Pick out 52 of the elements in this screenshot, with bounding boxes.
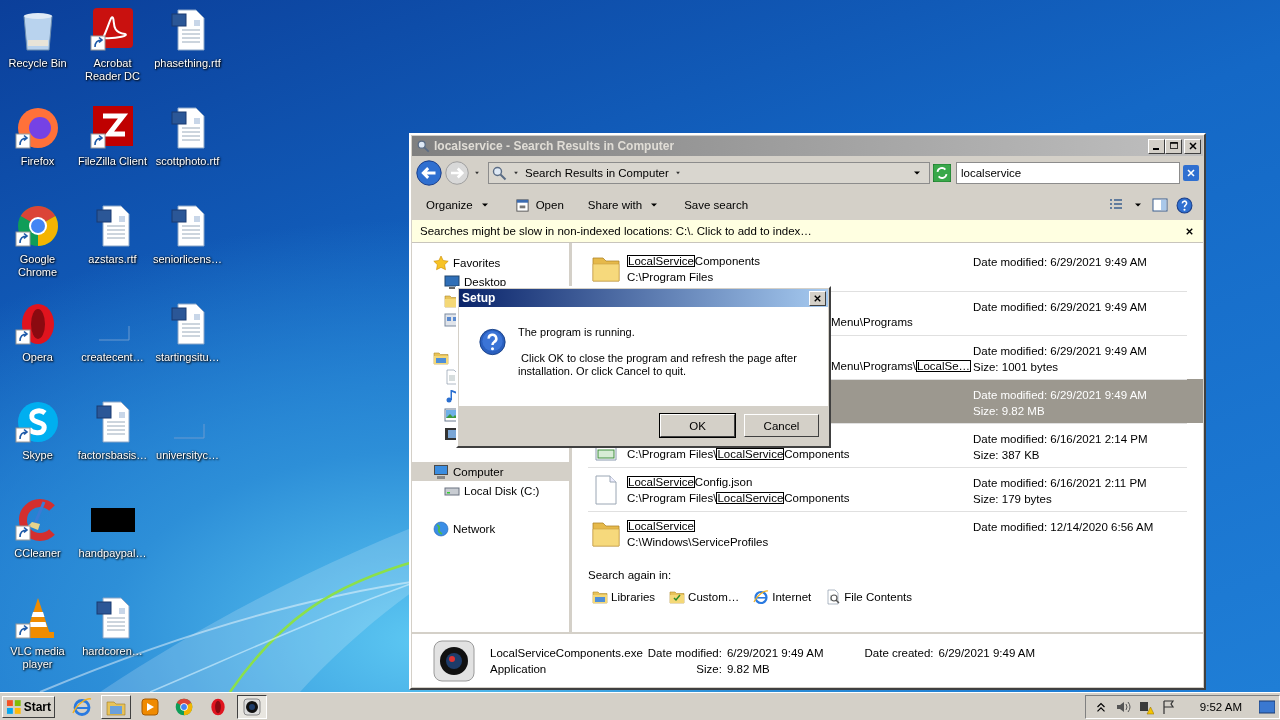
icon-label: createcent… (80, 351, 145, 364)
date-modified: Date modified: 6/29/2021 9:49 AM (973, 255, 1148, 269)
file-size: Size: 1001 bytes (973, 360, 1060, 374)
file-path: C:\Windows\ServiceProfiles (627, 536, 769, 548)
dialog-message: Click OK to close the program and refresh the page after installation. Or click Cancel to quit. (518, 352, 798, 378)
icon-label: startingsitu… (154, 351, 221, 364)
date-modified: Date modified: 12/14/2020 6:56 AM (973, 520, 1155, 534)
window-title: localservice - Search Results in Computer (434, 139, 675, 153)
field-label: Date modified: (647, 646, 722, 659)
file-size: Size: 387 KB (973, 448, 1041, 462)
icon-label: universityc… (155, 449, 220, 462)
icon-label: CCleaner (13, 547, 62, 560)
field-label: Date created: (864, 646, 934, 659)
icon-label: factorsbasis… (76, 449, 149, 462)
file-path: C:\Program Files\LocalServiceComponents (627, 448, 850, 460)
date-modified: Date modified: 6/29/2021 9:49 AM (973, 300, 1148, 314)
icon-label: FileZilla Client (76, 155, 149, 168)
field-value: 9.82 MB (726, 662, 771, 675)
icon-label: Google Chrome (16, 253, 59, 279)
file-size: Size: 9.82 MB (973, 404, 1046, 418)
icon-label: azstars.rtf (87, 253, 138, 266)
date-modified: Date modified: 6/16/2021 2:14 PM (973, 432, 1149, 446)
dialog-title: Setup (462, 291, 496, 305)
icon-label: seniorlicens… (151, 253, 224, 266)
file-name: LocalServiceConfig.json (627, 476, 753, 488)
file-path: Menu\Programs\LocalSe… (831, 360, 972, 372)
field-label: Size: (695, 662, 722, 675)
icon-label: Acrobat Reader DC (84, 57, 141, 83)
icon-label: Opera (21, 351, 54, 364)
icon-label: Recycle Bin (7, 57, 68, 70)
icon-label: handpaypal… (77, 547, 148, 560)
file-size: Size: 179 bytes (973, 492, 1053, 506)
file-name: LocalServiceComponents.exe (490, 646, 643, 659)
file-path: C:\Program Files (627, 271, 714, 283)
dialog-message: The program is running. (518, 326, 636, 339)
icon-label: scottphoto.rtf (154, 155, 221, 168)
search-again-label: Search again in: (588, 569, 673, 581)
field-value: 6/29/2021 9:49 AM (938, 646, 1036, 659)
icon-label: Skype (21, 449, 54, 462)
field-value: 6/29/2021 9:49 AM (726, 646, 824, 659)
icon-label: hardcoren… (81, 645, 144, 658)
icon-label: VLC media player (9, 645, 66, 671)
file-type: Application (490, 662, 548, 675)
file-name: LocalServiceComponents (627, 255, 761, 267)
file-name: LocalService (627, 520, 695, 532)
date-modified: Date modified: 6/16/2021 2:11 PM (973, 476, 1148, 490)
icon-label: Firefox (19, 155, 56, 168)
file-path: C:\Program Files\LocalServiceComponents (627, 492, 850, 504)
date-modified: Date modified: 6/29/2021 9:49 AM (973, 344, 1148, 358)
file-path: Menu\Programs (831, 316, 913, 328)
icon-label: phasething.rtf (153, 57, 222, 70)
date-modified: Date modified: 6/29/2021 9:49 AM (973, 388, 1148, 402)
